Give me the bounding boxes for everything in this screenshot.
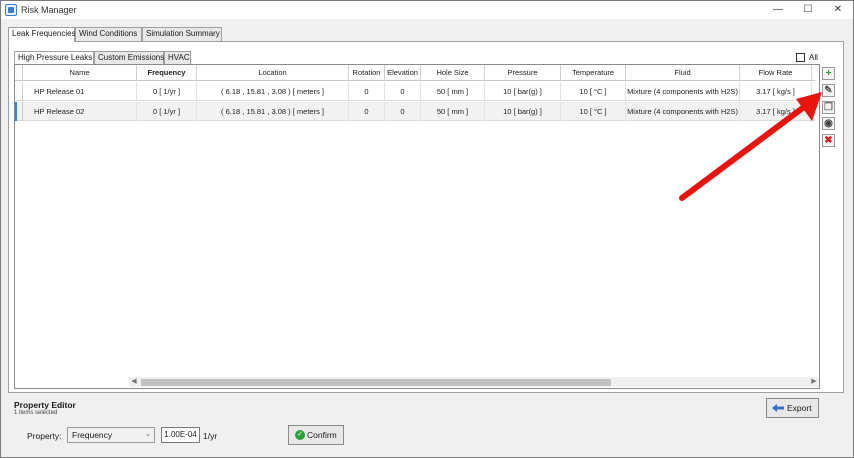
maximize-button[interactable]: ☐ (793, 1, 823, 19)
property-label: Property: (27, 431, 62, 441)
header-temperature[interactable]: Temperature (561, 65, 626, 81)
export-button[interactable]: Export (766, 398, 819, 418)
cell-location: ( 6.18 , 15.81 , 3.08 ) [ meters ] (197, 82, 349, 101)
cell-flow-rate: 3.17 [ kg/s ] (740, 82, 812, 101)
property-selected-value: Frequency (72, 430, 113, 440)
header-frequency[interactable]: Frequency (137, 65, 197, 81)
scroll-left-icon[interactable]: ◀ (129, 377, 139, 387)
cell-pressure: 10 [ bar(g) ] (485, 82, 561, 101)
header-hole-size[interactable]: Hole Size (421, 65, 485, 81)
minimize-button[interactable]: — (763, 1, 793, 19)
all-checkbox-label: All (809, 53, 818, 62)
window-title: Risk Manager (21, 5, 77, 15)
add-icon: + (825, 68, 832, 79)
cell-name: HP Release 01 (32, 82, 137, 101)
cell-fluid: Mixture (4 components with H2S) (626, 82, 740, 101)
copy-icon: ❐ (824, 102, 833, 113)
view-leak-button[interactable]: ◉ (822, 117, 835, 130)
property-value-input[interactable]: 1.00E-04 (161, 427, 200, 443)
row-marker (15, 82, 23, 101)
cell-hole-size: 50 [ mm ] (421, 82, 485, 101)
title-bar: Risk Manager — ☐ ✕ (1, 1, 853, 19)
cell-hole-size: 50 [ mm ] (421, 102, 485, 121)
cell-temperature: 10 [ °C ] (561, 82, 626, 101)
export-label: Export (787, 403, 812, 413)
cell-pressure: 10 [ bar(g) ] (485, 102, 561, 121)
cell-frequency: 0 [ 1/yr ] (137, 82, 197, 101)
header-name[interactable]: Name (23, 65, 137, 81)
cell-flow-rate: 3.17 [ kg/s ] (740, 102, 812, 121)
header-flow-rate[interactable]: Flow Rate (740, 65, 812, 81)
app-icon (5, 4, 17, 16)
tab-high-pressure-leaks[interactable]: High Pressure Leaks (14, 51, 94, 65)
cell-temperature: 10 [ °C ] (561, 102, 626, 121)
table-row[interactable]: HP Release 01 0 [ 1/yr ] ( 6.18 , 15.81 … (15, 82, 815, 101)
header-rotation[interactable]: Rotation (349, 65, 385, 81)
scroll-right-icon[interactable]: ▶ (809, 377, 819, 387)
chevron-down-icon: ⌄ (145, 431, 151, 438)
cell-elevation: 0 (385, 102, 421, 121)
header-marker (15, 65, 23, 81)
all-checkbox[interactable] (796, 53, 805, 62)
header-fluid[interactable]: Fluid (626, 65, 740, 81)
cell-name: HP Release 02 (32, 102, 137, 121)
row-selection-marker (15, 102, 23, 121)
cell-rotation: 0 (349, 82, 385, 101)
tab-custom-emissions[interactable]: Custom Emissions (94, 51, 164, 64)
tab-wind-conditions[interactable]: Wind Conditions (75, 27, 142, 41)
confirm-button[interactable]: ✓ Confirm (288, 425, 344, 445)
cell-location: ( 6.18 , 15.81 , 3.08 ) [ meters ] (197, 102, 349, 121)
header-location[interactable]: Location (197, 65, 349, 81)
property-editor-title: Property Editor (14, 400, 76, 410)
edit-icon: ✎ (824, 85, 833, 96)
eye-icon: ◉ (824, 118, 833, 129)
edit-leak-button[interactable]: ✎ (822, 84, 835, 97)
table-row[interactable]: HP Release 02 0 [ 1/yr ] ( 6.18 , 15.81 … (15, 102, 815, 121)
tab-hvac[interactable]: HVAC (164, 51, 191, 64)
delete-icon: ✖ (824, 135, 833, 146)
cell-fluid: Mixture (4 components with H2S) (626, 102, 740, 121)
property-select[interactable]: Frequency ⌄ (67, 427, 155, 443)
tab-simulation-summary[interactable]: Simulation Summary (142, 27, 222, 41)
tab-leak-frequencies[interactable]: Leak Frequencies (8, 27, 76, 42)
leaks-table: Name Frequency Location Rotation Elevati… (14, 64, 820, 389)
header-elevation[interactable]: Elevation (385, 65, 421, 81)
scrollbar-thumb[interactable] (141, 379, 611, 386)
horizontal-scrollbar[interactable]: ◀ ▶ (129, 377, 819, 387)
header-pressure[interactable]: Pressure (485, 65, 561, 81)
close-button[interactable]: ✕ (823, 1, 853, 19)
confirm-label: Confirm (307, 430, 337, 440)
table-header: Name Frequency Location Rotation Elevati… (15, 65, 815, 81)
copy-leak-button[interactable]: ❐ (822, 101, 835, 114)
arrow-left-icon (772, 404, 784, 412)
add-leak-button[interactable]: + (822, 67, 835, 80)
delete-leak-button[interactable]: ✖ (822, 134, 835, 147)
property-unit: 1/yr (203, 431, 218, 441)
selection-count: 1 items selected (14, 410, 58, 416)
cell-frequency: 0 [ 1/yr ] (137, 102, 197, 121)
cell-elevation: 0 (385, 82, 421, 101)
check-circle-icon: ✓ (295, 430, 305, 440)
cell-rotation: 0 (349, 102, 385, 121)
